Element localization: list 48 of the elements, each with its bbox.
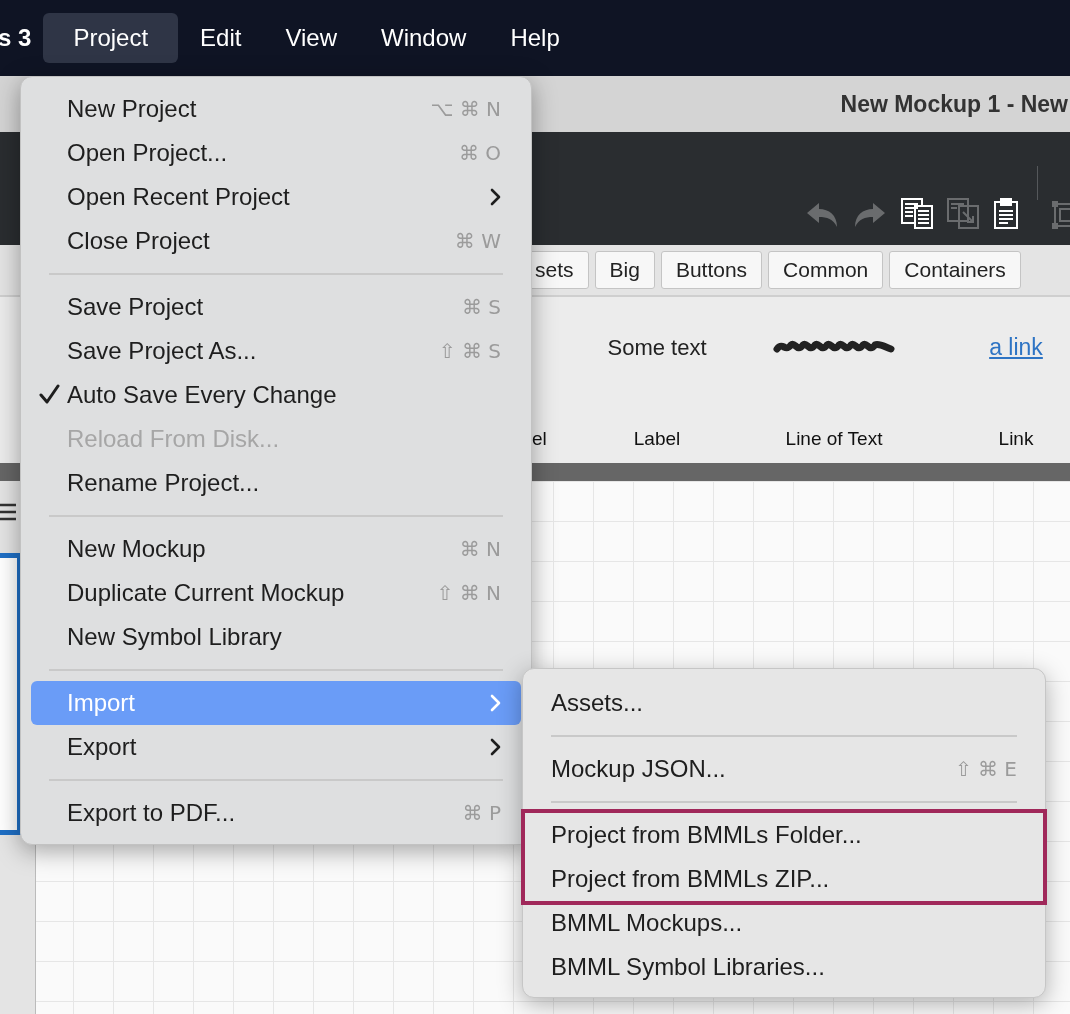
mockup-thumbnail[interactable] bbox=[0, 553, 22, 835]
label-preview[interactable]: Some text bbox=[607, 330, 707, 364]
menu-item[interactable]: BMML Mockups... bbox=[533, 901, 1035, 945]
menu-item[interactable]: Project from BMMLs Folder... bbox=[535, 813, 1033, 857]
shortcut-label: ⌘ N bbox=[459, 536, 501, 563]
menu-item[interactable]: BMML Symbol Libraries... bbox=[533, 945, 1035, 989]
menu-title[interactable]: Help bbox=[499, 13, 571, 63]
link-preview[interactable]: a link bbox=[989, 329, 1043, 365]
menu-item[interactable]: Close Project ⌘ W bbox=[31, 219, 521, 263]
menu-item[interactable]: Project from BMMLs ZIP... bbox=[535, 857, 1033, 901]
menu-item[interactable]: Duplicate Current Mockup ⇧ ⌘ N bbox=[31, 571, 521, 615]
shortcut-label: ⇧ ⌘ S bbox=[438, 338, 501, 365]
shortcut-label: ⌘ P bbox=[462, 800, 501, 827]
menu-title[interactable]: Project bbox=[43, 13, 179, 63]
menu-item[interactable]: New Mockup ⌘ N bbox=[31, 527, 521, 571]
list-icon[interactable] bbox=[0, 503, 16, 521]
component-name: Line of Text bbox=[785, 427, 883, 451]
menu-item[interactable]: Save Project ⌘ S bbox=[31, 285, 521, 329]
menu-item[interactable]: Rename Project... bbox=[31, 461, 521, 505]
shortcut-label: ⌘ S bbox=[461, 294, 501, 321]
component-name: el bbox=[532, 427, 547, 451]
window-title: New Mockup 1 - New bbox=[840, 89, 1068, 119]
menu-item[interactable]: Open Project... ⌘ O bbox=[31, 131, 521, 175]
menu-title[interactable]: Edit bbox=[189, 13, 253, 63]
menu-item[interactable]: New Project ⌥ ⌘ N bbox=[31, 87, 521, 131]
shortcut-label: ⌘ O bbox=[458, 140, 501, 167]
shortcut-label: ⇧ ⌘ N bbox=[436, 580, 501, 607]
component-name: Link bbox=[998, 427, 1034, 451]
menu-item[interactable]: Open Recent Project bbox=[31, 175, 521, 219]
library-tab[interactable]: Common bbox=[768, 251, 884, 289]
menu-title[interactable]: View bbox=[274, 13, 349, 63]
menu-item[interactable]: Export bbox=[31, 725, 521, 769]
menu-title[interactable]: Window bbox=[370, 13, 478, 63]
documents-icon[interactable] bbox=[901, 198, 933, 229]
menu-item[interactable]: New Symbol Library bbox=[31, 615, 521, 659]
library-tab[interactable]: Buttons bbox=[660, 251, 763, 289]
shortcut-label: ⌥ ⌘ N bbox=[430, 96, 501, 123]
menu-item[interactable]: Save Project As... ⇧ ⌘ S bbox=[31, 329, 521, 373]
menu-item[interactable]: Assets... bbox=[533, 681, 1035, 725]
library-tab[interactable]: Containers bbox=[889, 251, 1021, 289]
component-name: Label bbox=[633, 427, 681, 451]
menu-item[interactable]: Mockup JSON... ⇧ ⌘ E bbox=[533, 747, 1035, 791]
menu-item[interactable]: Auto Save Every Change bbox=[31, 373, 521, 417]
library-tab[interactable]: Big bbox=[594, 251, 655, 289]
clipboard-icon[interactable] bbox=[993, 197, 1019, 229]
shortcut-label: ⇧ ⌘ E bbox=[954, 756, 1017, 783]
shortcut-label: ⌘ W bbox=[454, 228, 501, 255]
menu-item[interactable]: Export to PDF... ⌘ P bbox=[31, 791, 521, 835]
